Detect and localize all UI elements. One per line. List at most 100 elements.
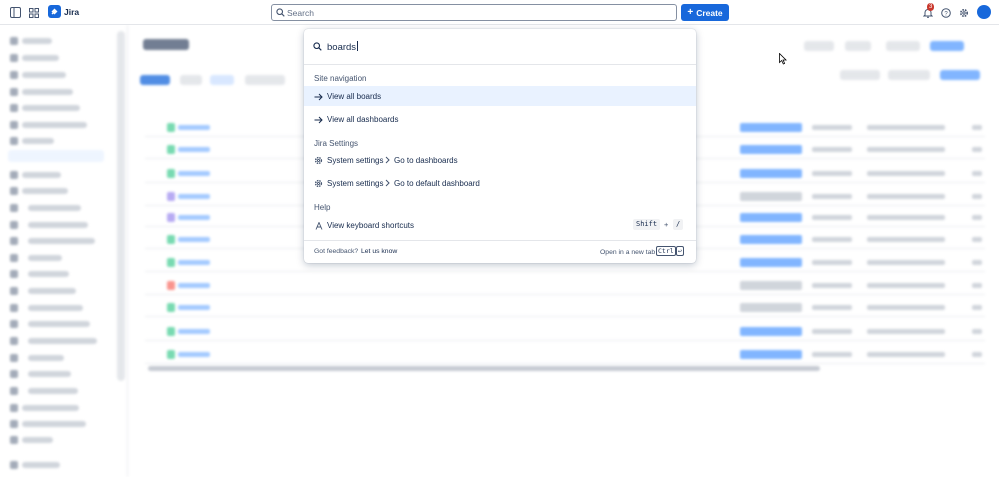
issue-key-link[interactable] bbox=[178, 215, 210, 220]
status-lozenge[interactable] bbox=[740, 192, 802, 201]
issue-key-link[interactable] bbox=[178, 171, 210, 176]
toolbar-button[interactable] bbox=[210, 75, 234, 85]
arrow-right-icon bbox=[314, 115, 323, 124]
toolbar-button[interactable] bbox=[140, 75, 170, 85]
sidebar-item[interactable] bbox=[28, 388, 78, 394]
result-view-keyboard-shortcuts[interactable]: View keyboard shortcuts Shift + / bbox=[304, 215, 696, 235]
sidebar-item[interactable] bbox=[22, 462, 60, 468]
issue-key-link[interactable] bbox=[178, 305, 210, 310]
search-input[interactable]: Search bbox=[271, 4, 677, 21]
result-go-to-dashboards[interactable]: System settings Go to dashboards bbox=[304, 150, 696, 170]
issue-key-link[interactable] bbox=[178, 329, 210, 334]
sidebar-item-icon bbox=[10, 287, 18, 295]
table-cell bbox=[972, 215, 982, 220]
toolbar-button[interactable] bbox=[845, 41, 871, 51]
toolbar-button[interactable] bbox=[840, 70, 880, 80]
sidebar-item[interactable] bbox=[28, 355, 64, 361]
result-view-all-boards[interactable]: View all boards bbox=[304, 86, 696, 106]
sidebar-item[interactable] bbox=[22, 188, 68, 194]
jira-logo-icon[interactable] bbox=[48, 5, 61, 18]
issue-type-icon bbox=[167, 258, 175, 267]
toolbar-button[interactable] bbox=[930, 41, 964, 51]
sidebar-item[interactable] bbox=[22, 172, 61, 178]
settings-gear-icon[interactable] bbox=[957, 6, 970, 19]
sidebar-item[interactable] bbox=[28, 271, 69, 277]
create-button[interactable]: + Create bbox=[681, 4, 729, 21]
table-row-divider bbox=[145, 271, 985, 272]
toolbar-button[interactable] bbox=[245, 75, 285, 85]
result-category: System settings bbox=[327, 179, 384, 188]
table-row-divider bbox=[145, 363, 985, 364]
toolbar-button[interactable] bbox=[180, 75, 202, 85]
toolbar-button[interactable] bbox=[940, 70, 980, 80]
sidebar-item[interactable] bbox=[22, 105, 80, 111]
sidebar-item[interactable] bbox=[28, 338, 97, 344]
sidebar-item[interactable] bbox=[22, 38, 52, 44]
issue-type-icon bbox=[167, 350, 175, 359]
toolbar-button[interactable] bbox=[804, 41, 834, 51]
table-cell bbox=[972, 305, 982, 310]
sidebar-item[interactable] bbox=[22, 55, 59, 61]
issue-key-link[interactable] bbox=[178, 125, 210, 130]
status-lozenge[interactable] bbox=[740, 350, 802, 359]
table-cell bbox=[972, 194, 982, 199]
result-go-to-default-dashboard[interactable]: System settings Go to default dashboard bbox=[304, 173, 696, 193]
status-lozenge[interactable] bbox=[740, 327, 802, 336]
page-title-placeholder bbox=[143, 39, 189, 50]
user-avatar[interactable] bbox=[977, 5, 991, 19]
sidebar-item[interactable] bbox=[22, 405, 79, 411]
sidebar-item-icon bbox=[10, 387, 18, 395]
sidebar-item[interactable] bbox=[22, 421, 86, 427]
issue-key-link[interactable] bbox=[178, 147, 210, 152]
sidebar-item[interactable] bbox=[28, 321, 90, 327]
sidebar-item[interactable] bbox=[28, 288, 76, 294]
sidebar-item[interactable] bbox=[28, 205, 81, 211]
sidebar-item[interactable] bbox=[22, 89, 73, 95]
app-switcher-icon[interactable] bbox=[27, 6, 40, 19]
sidebar-selected-item bbox=[8, 150, 104, 162]
sidebar-item[interactable] bbox=[22, 437, 53, 443]
issue-key-link[interactable] bbox=[178, 194, 210, 199]
issue-type-icon bbox=[167, 213, 175, 222]
help-icon[interactable]: ? bbox=[939, 6, 952, 19]
table-cell bbox=[867, 305, 945, 310]
sidebar-item-icon bbox=[10, 337, 18, 345]
feedback-link[interactable]: Let us know bbox=[361, 248, 397, 255]
status-lozenge[interactable] bbox=[740, 303, 802, 312]
toolbar-button[interactable] bbox=[888, 70, 930, 80]
table-cell bbox=[972, 329, 982, 334]
sidebar-item[interactable] bbox=[28, 305, 83, 311]
search-results-dropdown: boards Site navigation View all boards V… bbox=[304, 29, 696, 263]
result-view-all-dashboards[interactable]: View all dashboards bbox=[304, 109, 696, 129]
sidebar-item[interactable] bbox=[22, 138, 54, 144]
sidebar-item[interactable] bbox=[28, 238, 95, 244]
sidebar-item[interactable] bbox=[28, 371, 71, 377]
issue-key-link[interactable] bbox=[178, 260, 210, 265]
sidebar-item-icon bbox=[10, 420, 18, 428]
status-lozenge[interactable] bbox=[740, 258, 802, 267]
issue-key-link[interactable] bbox=[178, 352, 210, 357]
table-cell bbox=[867, 260, 945, 265]
issue-key-link[interactable] bbox=[178, 237, 210, 242]
status-lozenge[interactable] bbox=[740, 213, 802, 222]
sidebar-item-icon bbox=[10, 104, 18, 112]
issue-type-icon bbox=[167, 123, 175, 132]
status-lozenge[interactable] bbox=[740, 235, 802, 244]
sidebar-item[interactable] bbox=[28, 255, 62, 261]
status-lozenge[interactable] bbox=[740, 169, 802, 178]
section-heading-jira-settings: Jira Settings bbox=[314, 139, 359, 148]
toolbar-button[interactable] bbox=[886, 41, 920, 51]
sidebar-item[interactable] bbox=[22, 122, 87, 128]
chevron-right-icon bbox=[385, 179, 390, 189]
issue-key-link[interactable] bbox=[178, 283, 210, 288]
table-horizontal-scrollbar[interactable] bbox=[148, 366, 820, 371]
sidebar-scrollbar[interactable] bbox=[117, 31, 125, 381]
status-lozenge[interactable] bbox=[740, 145, 802, 154]
status-lozenge[interactable] bbox=[740, 281, 802, 290]
search-query-field[interactable]: boards bbox=[304, 29, 696, 65]
brand-name[interactable]: Jira bbox=[64, 7, 79, 17]
sidebar-item[interactable] bbox=[28, 222, 88, 228]
status-lozenge[interactable] bbox=[740, 123, 802, 132]
sidebar-item[interactable] bbox=[22, 72, 66, 78]
sidebar-toggle-icon[interactable] bbox=[9, 6, 22, 19]
